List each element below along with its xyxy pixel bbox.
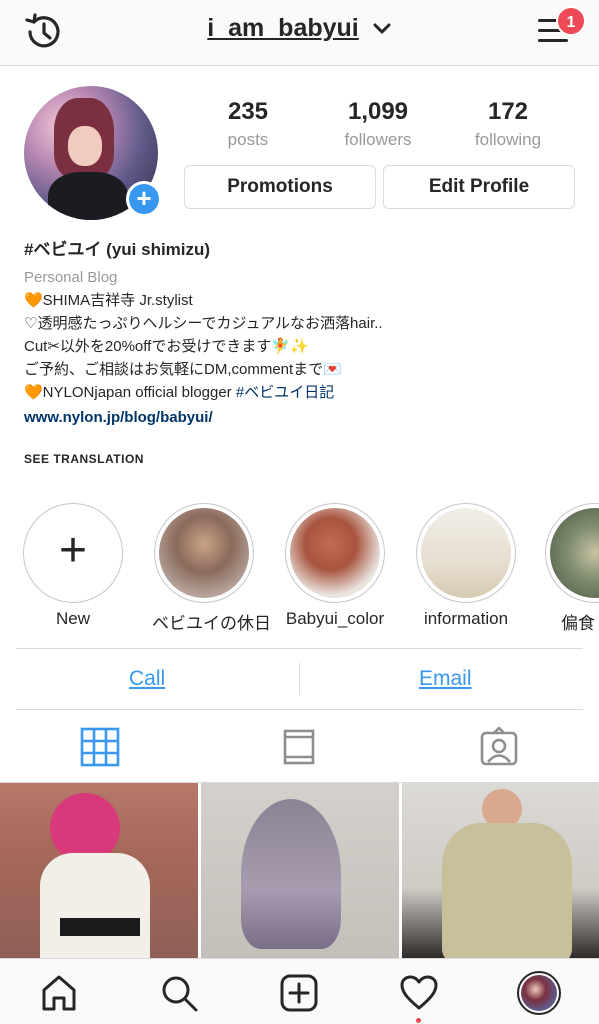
top-bar: i_am_babyui 1 bbox=[0, 0, 599, 66]
display-name: #ベビユイ (yui shimizu) bbox=[24, 240, 211, 259]
highlight-cover bbox=[550, 508, 599, 598]
highlight-label: Babyui_color bbox=[285, 609, 385, 628]
call-button[interactable]: Call bbox=[129, 667, 165, 691]
highlight-cover bbox=[421, 508, 511, 598]
plus-icon: + bbox=[23, 503, 123, 603]
highlight-item[interactable]: information bbox=[414, 503, 518, 629]
bio-line: ♡透明感たっぷりヘルシーでカジュアルなお洒落hair.. bbox=[24, 315, 383, 332]
new-post-icon[interactable] bbox=[279, 973, 319, 1013]
posts-label: posts bbox=[227, 130, 269, 149]
bio-line: ご予約、ご相談はお気軽にDM,commentまで💌 bbox=[24, 361, 342, 378]
photo-figure bbox=[442, 823, 572, 958]
profile-tabs bbox=[0, 711, 599, 783]
chevron-down-icon bbox=[373, 23, 391, 34]
home-icon[interactable] bbox=[39, 973, 79, 1013]
highlight-ring bbox=[285, 503, 385, 603]
search-icon[interactable] bbox=[159, 973, 199, 1013]
highlight-cover bbox=[159, 508, 249, 598]
photo-figure bbox=[60, 918, 140, 936]
feed-list-icon[interactable] bbox=[279, 727, 319, 767]
highlight-ring bbox=[416, 503, 516, 603]
highlight-ring bbox=[545, 503, 599, 603]
highlight-item[interactable]: ベビユイの休日 bbox=[152, 503, 271, 634]
bottom-nav bbox=[0, 958, 599, 1024]
promotions-button[interactable]: Promotions bbox=[184, 165, 376, 209]
edit-profile-button[interactable]: Edit Profile bbox=[383, 165, 575, 209]
add-story-button[interactable]: + bbox=[126, 181, 162, 217]
highlight-item[interactable]: 偏食 bbox=[545, 503, 599, 634]
username-switcher[interactable]: i_am_babyui bbox=[0, 14, 599, 43]
see-translation-link[interactable]: SEE TRANSLATION bbox=[24, 452, 144, 466]
stat-followers[interactable]: 1,099 followers bbox=[318, 98, 438, 150]
bio-line: Cut✂︎以外を20%offでお受けできます🧚✨ bbox=[24, 338, 309, 355]
category-label: Personal Blog bbox=[24, 269, 118, 286]
notification-badge: 1 bbox=[556, 6, 586, 36]
followers-count: 1,099 bbox=[347, 98, 409, 125]
following-count: 172 bbox=[487, 98, 529, 125]
hashtag-link[interactable]: #ベビユイ日記 bbox=[236, 384, 334, 401]
bio-line: 🧡SHIMA吉祥寺 Jr.stylist bbox=[24, 292, 193, 309]
bio-section: #ベビユイ (yui shimizu) Personal Blog 🧡SHIMA… bbox=[24, 238, 584, 429]
avatar-body bbox=[48, 172, 128, 220]
activity-dot bbox=[416, 1018, 421, 1023]
following-label: following bbox=[474, 130, 542, 149]
username: i_am_babyui bbox=[207, 14, 359, 42]
highlight-label: ベビユイの休日 bbox=[152, 614, 271, 633]
photo-figure bbox=[241, 799, 341, 949]
stat-following[interactable]: 172 following bbox=[448, 98, 568, 150]
bio-line: 🧡NYLONjapan official blogger #ベビユイ日記 bbox=[24, 381, 584, 404]
posts-count: 235 bbox=[227, 98, 269, 125]
avatar-face bbox=[68, 126, 102, 166]
profile-tab-avatar[interactable] bbox=[517, 971, 561, 1015]
tagged-icon[interactable] bbox=[479, 727, 519, 767]
highlight-label: New bbox=[55, 609, 90, 628]
grid-photo[interactable] bbox=[0, 783, 198, 958]
grid-photo[interactable] bbox=[201, 783, 399, 958]
heart-icon[interactable] bbox=[399, 973, 439, 1013]
contact-bar: Call Email bbox=[16, 648, 583, 710]
grid-photo[interactable] bbox=[402, 783, 599, 958]
highlight-ring bbox=[154, 503, 254, 603]
website-link[interactable]: www.nylon.jp/blog/babyui/ bbox=[24, 406, 584, 429]
grid-icon[interactable] bbox=[80, 727, 120, 767]
divider bbox=[299, 663, 300, 695]
followers-label: followers bbox=[344, 130, 412, 149]
highlight-new[interactable]: + New bbox=[21, 503, 125, 629]
stat-posts[interactable]: 235 posts bbox=[188, 98, 308, 150]
highlight-cover bbox=[290, 508, 380, 598]
profile-tab-avatar-image bbox=[521, 975, 557, 1011]
photo-grid bbox=[0, 783, 599, 958]
email-button[interactable]: Email bbox=[419, 667, 472, 691]
bio-line-text: 🧡NYLONjapan official blogger bbox=[24, 384, 236, 401]
highlight-label: information bbox=[423, 609, 509, 628]
highlight-item[interactable]: Babyui_color bbox=[283, 503, 387, 629]
photo-figure bbox=[40, 853, 150, 958]
highlight-label: 偏食 bbox=[561, 614, 595, 633]
